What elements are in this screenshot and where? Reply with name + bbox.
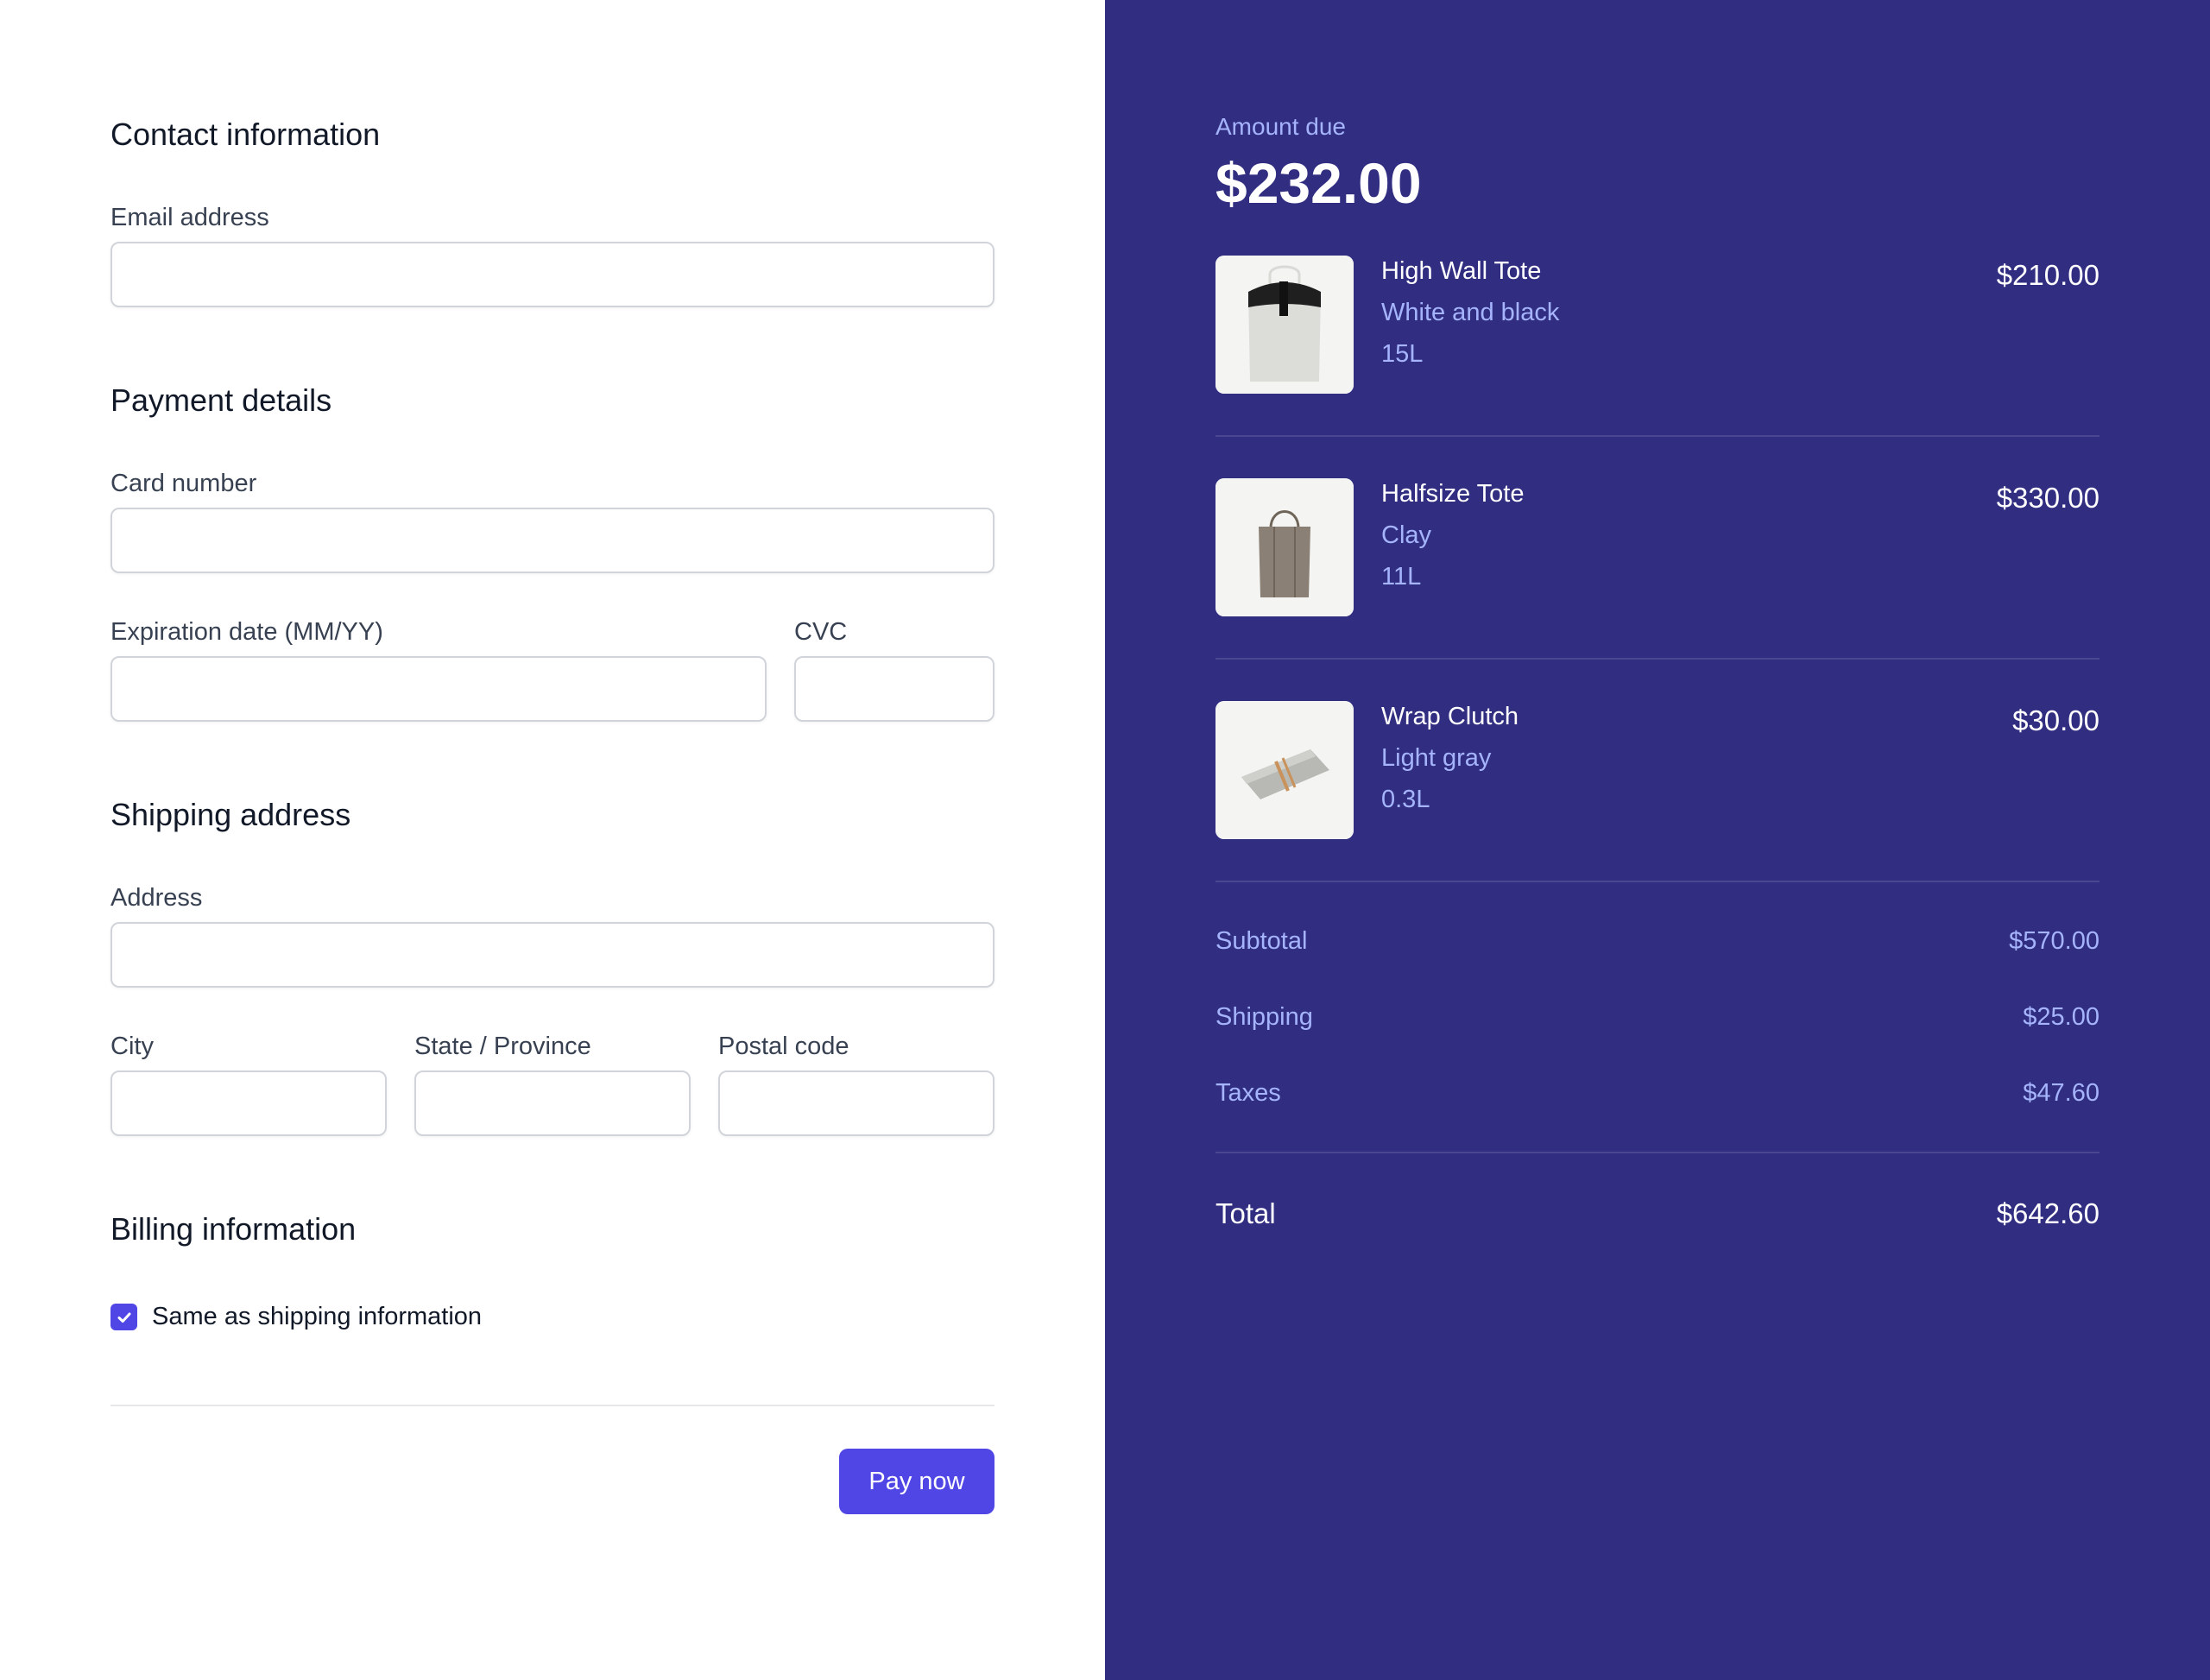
subtotal-label: Subtotal [1216,927,1308,955]
list-item: High Wall Tote White and black 15L $210.… [1216,256,2100,394]
state-field[interactable] [414,1071,691,1136]
summary-divider [1216,1152,2100,1153]
order-summary: Amount due $232.00 High Wall Tote White … [1105,0,2210,1680]
total-label: Total [1216,1197,1276,1229]
cvc-label: CVC [794,618,848,646]
shipping-label: Shipping [1216,1003,1313,1031]
amount-due-label: Amount due [1216,113,1346,140]
same-as-shipping-label[interactable]: Same as shipping information [152,1303,482,1331]
expiration-label: Expiration date (MM/YY) [110,618,383,646]
item-name: High Wall Tote [1381,257,1542,285]
postal-code-label: Postal code [718,1033,849,1060]
card-number-field[interactable] [110,508,994,573]
same-as-shipping-checkbox[interactable] [110,1304,137,1330]
item-size: 0.3L [1381,786,1430,813]
clutch-image [1216,701,1354,839]
address-field[interactable] [110,922,994,988]
subtotal-row: Subtotal $570.00 [1216,927,2100,956]
shipping-row: Shipping $25.00 [1216,1003,2100,1032]
item-divider [1216,658,2100,660]
expiration-field[interactable] [110,656,767,722]
item-price: $210.00 [1996,259,2100,291]
payment-section-title: Payment details [110,382,332,418]
taxes-row: Taxes $47.60 [1216,1079,2100,1108]
shipping-value: $25.00 [2023,1003,2100,1031]
billing-section-title: Billing information [110,1211,357,1247]
tote-bag-image [1216,256,1354,394]
item-name: Halfsize Tote [1381,480,1525,508]
list-item: Wrap Clutch Light gray 0.3L $30.00 [1216,701,2100,839]
amount-due-value: $232.00 [1216,151,1422,215]
address-label: Address [110,884,203,912]
city-field[interactable] [110,1071,387,1136]
item-variant: White and black [1381,299,1560,326]
list-item: Halfsize Tote Clay 11L $330.00 [1216,478,2100,616]
total-row: Total $642.60 [1216,1197,2100,1230]
taxes-label: Taxes [1216,1079,1281,1107]
item-price: $330.00 [1996,482,2100,514]
contact-section-title: Contact information [110,117,381,152]
item-size: 15L [1381,340,1424,368]
pay-now-button[interactable]: Pay now [839,1449,994,1514]
item-variant: Clay [1381,521,1432,549]
cvc-field[interactable] [794,656,994,722]
subtotal-value: $570.00 [2009,927,2100,955]
item-variant: Light gray [1381,744,1492,772]
item-divider [1216,435,2100,437]
form-divider [110,1405,994,1406]
halfsize-tote-image [1216,478,1354,616]
email-field[interactable] [110,242,994,307]
state-label: State / Province [414,1033,591,1060]
postal-code-field[interactable] [718,1071,994,1136]
taxes-value: $47.60 [2023,1079,2100,1107]
total-value: $642.60 [1996,1197,2100,1229]
card-number-label: Card number [110,470,257,497]
item-price: $30.00 [2012,704,2100,736]
item-divider [1216,881,2100,882]
checkout-form: Contact information Email address Paymen… [0,0,1105,1680]
shipping-section-title: Shipping address [110,797,351,832]
email-label: Email address [110,204,269,231]
city-label: City [110,1033,154,1060]
checkmark-icon [117,1312,130,1323]
item-size: 11L [1381,563,1422,591]
item-name: Wrap Clutch [1381,703,1519,730]
